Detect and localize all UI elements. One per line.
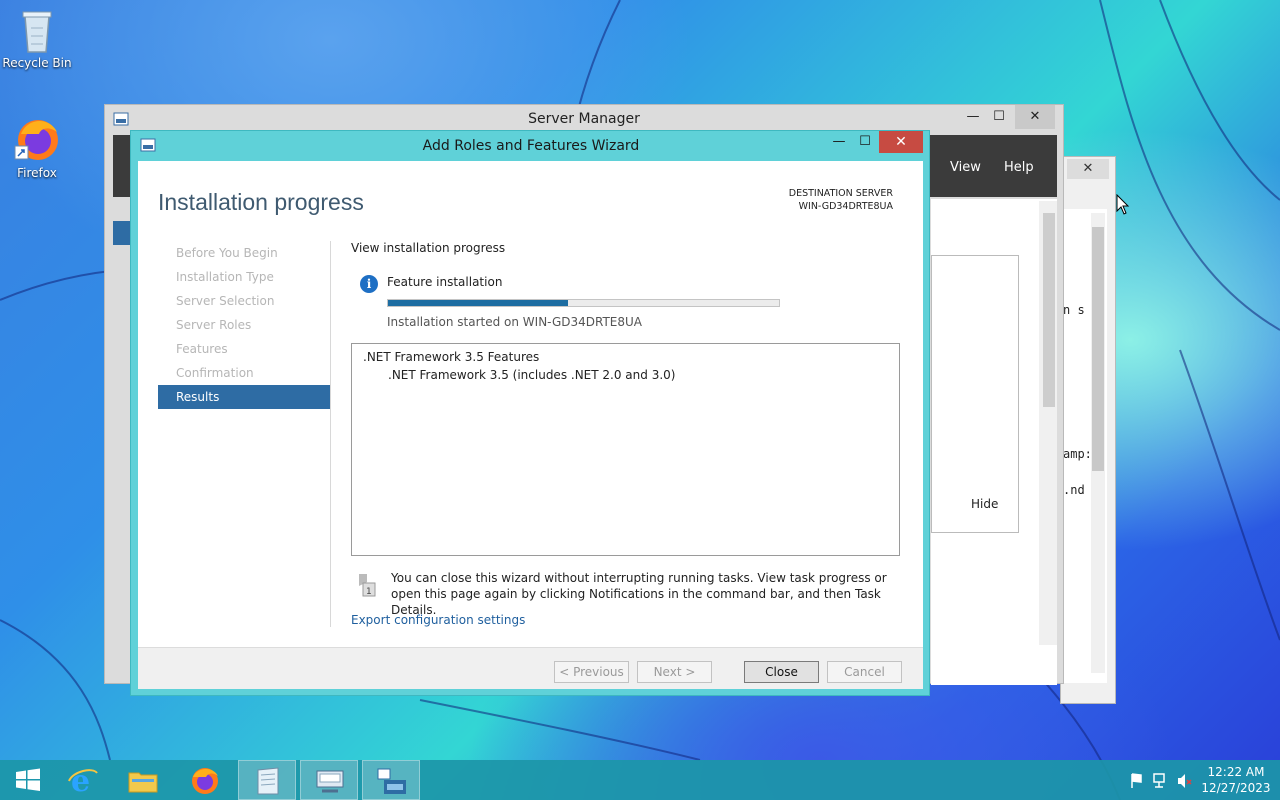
add-roles-wizard-window[interactable]: Add Roles and Features Wizard — ☐ ✕ Inst… <box>130 130 930 696</box>
wizard-nav: Before You Begin Installation Type Serve… <box>158 241 330 409</box>
destination-server: DESTINATION SERVER WIN-GD34DRTE8UA <box>789 187 893 213</box>
taskbar: e 12:22 AM 12/27/2023 <box>0 760 1280 800</box>
feature-subitem: .NET Framework 3.5 (includes .NET 2.0 an… <box>388 368 676 382</box>
background-window-scrollbar-thumb[interactable] <box>1092 227 1104 471</box>
background-window[interactable]: ✕ n s amp: .nd <box>1060 156 1116 704</box>
taskbar-notepad[interactable] <box>238 760 296 800</box>
network-icon <box>1153 773 1165 788</box>
background-text: .nd <box>1063 483 1085 497</box>
wizard-title-bar[interactable]: Add Roles and Features Wizard — ☐ ✕ <box>131 131 929 161</box>
taskbar-internet-explorer[interactable]: e <box>54 760 112 800</box>
destination-value: WIN-GD34DRTE8UA <box>798 201 893 212</box>
task-notification-icon: 1 <box>359 574 376 597</box>
view-progress-label: View installation progress <box>351 241 506 255</box>
started-text: Installation started on WIN-GD34DRTE8UA <box>387 315 643 329</box>
taskbar-server-manager[interactable] <box>362 760 420 800</box>
server-manager-icon <box>377 768 406 794</box>
close-wizard-note: You can close this wizard without interr… <box>391 571 887 617</box>
recycle-bin-icon <box>22 11 52 53</box>
taskbar-clock[interactable]: 12:22 AM 12/27/2023 <box>1196 764 1276 796</box>
clock-time: 12:22 AM <box>1207 765 1265 779</box>
maximize-button[interactable]: ☐ <box>855 131 875 153</box>
internet-explorer-icon: e <box>68 765 98 795</box>
nav-divider <box>330 241 331 627</box>
close-button[interactable]: ✕ <box>1015 105 1055 129</box>
background-window-close-button[interactable]: ✕ <box>1067 159 1109 179</box>
nav-installation-type[interactable]: Installation Type <box>158 265 330 289</box>
wizard-client: Installation progress DESTINATION SERVER… <box>138 161 923 689</box>
hide-link[interactable]: Hide <box>971 497 998 511</box>
info-icon: i <box>360 275 378 293</box>
notepad-icon <box>257 767 279 795</box>
cancel-button[interactable]: Cancel <box>827 661 902 683</box>
feature-list[interactable]: .NET Framework 3.5 Features .NET Framewo… <box>351 343 900 556</box>
close-button[interactable]: ✕ <box>879 131 923 153</box>
wizard-footer: < Previous Next > Close Cancel <box>138 647 923 689</box>
windows-logo-icon <box>16 768 40 791</box>
taskbar-keyboard-app[interactable] <box>300 760 358 800</box>
taskbar-file-explorer[interactable] <box>114 760 172 800</box>
nav-before-you-begin[interactable]: Before You Begin <box>158 241 330 265</box>
start-button[interactable] <box>0 760 58 800</box>
maximize-button[interactable]: ☐ <box>979 105 1019 129</box>
system-tray[interactable] <box>1128 760 1192 800</box>
background-text: amp: <box>1063 447 1092 461</box>
feature-item: .NET Framework 3.5 Features <box>363 350 540 364</box>
scrollbar-thumb[interactable] <box>1043 213 1055 407</box>
nav-features[interactable]: Features <box>158 337 330 361</box>
next-button[interactable]: Next > <box>637 661 712 683</box>
page-title: Installation progress <box>158 189 364 215</box>
menu-help[interactable]: Help <box>1004 160 1034 175</box>
status-label: Feature installation <box>387 275 503 289</box>
mouse-cursor <box>1116 194 1130 215</box>
background-text: n s <box>1063 303 1085 317</box>
folder-icon <box>128 772 158 793</box>
nav-results[interactable]: Results <box>158 385 330 409</box>
clock-date: 12/27/2023 <box>1201 781 1271 795</box>
window-title: Server Manager <box>528 111 640 127</box>
progress-fill <box>388 300 568 306</box>
minimize-button[interactable]: — <box>829 131 849 153</box>
desktop-icon-label: Recycle Bin <box>2 56 72 70</box>
firefox-icon <box>14 120 58 160</box>
menu-view[interactable]: View <box>950 160 981 175</box>
nav-server-roles[interactable]: Server Roles <box>158 313 330 337</box>
nav-confirmation[interactable]: Confirmation <box>158 361 330 385</box>
nav-server-selection[interactable]: Server Selection <box>158 289 330 313</box>
desktop-icon-firefox[interactable]: Firefox <box>0 114 74 180</box>
destination-label: DESTINATION SERVER <box>788 188 893 199</box>
flag-icon <box>1131 773 1142 788</box>
svg-text:1: 1 <box>366 587 372 597</box>
firefox-icon <box>192 768 218 794</box>
previous-button[interactable]: < Previous <box>554 661 629 683</box>
wizard-title: Add Roles and Features Wizard <box>422 138 640 154</box>
progress-bar <box>387 299 780 307</box>
desktop-icon-label: Firefox <box>17 166 57 180</box>
export-config-link[interactable]: Export configuration settings <box>351 613 525 627</box>
speaker-muted-icon <box>1178 774 1192 788</box>
close-button[interactable]: Close <box>744 661 819 683</box>
keyboard-icon <box>316 770 344 793</box>
notification-pane <box>931 255 1019 533</box>
desktop-icon-recycle-bin[interactable]: Recycle Bin <box>0 6 74 70</box>
taskbar-firefox[interactable] <box>176 760 234 800</box>
